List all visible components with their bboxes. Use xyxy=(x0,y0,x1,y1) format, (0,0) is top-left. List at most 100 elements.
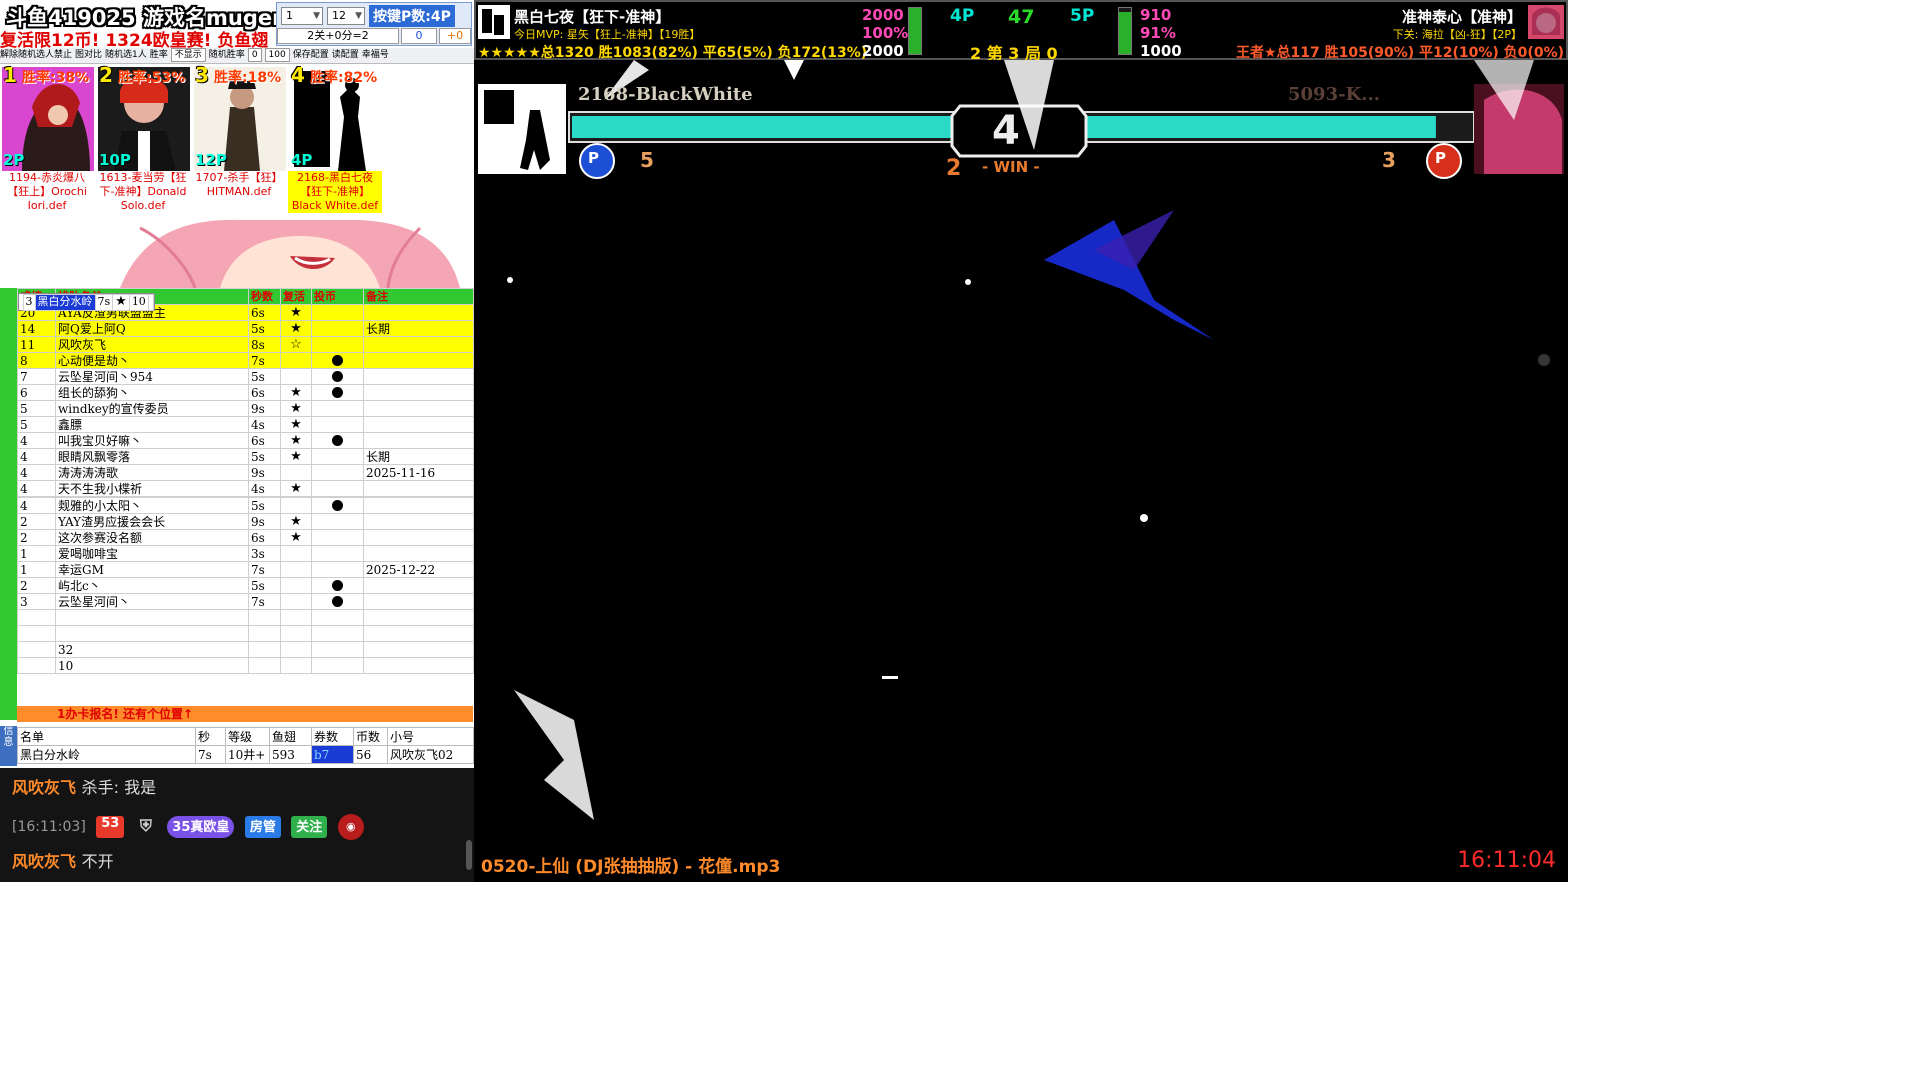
fighter-card[interactable]: 4 胜率:82% 4P 2168-黑白七夜【狂下-准神】Black White.… xyxy=(288,63,382,215)
queue-revive: ★ xyxy=(280,400,312,417)
control-panel: 斗鱼419025 游戏名mugen 复活限12币! 1324欧皇赛! 负鱼翅 1… xyxy=(0,0,474,882)
queue-seconds: 5s xyxy=(248,368,281,385)
table-row[interactable] xyxy=(17,625,474,642)
queue-score: 5 xyxy=(17,400,56,417)
queue-coin: ● xyxy=(311,577,364,594)
table-row[interactable]: 4 眼睛风飘零落 5s ★ 长期 xyxy=(17,448,474,465)
select-2[interactable]: 12 ▼ xyxy=(327,7,365,25)
table-row[interactable]: 2 YAY渣男应援会会长 9s ★ xyxy=(17,513,474,530)
queue-revive: ★ xyxy=(280,432,312,449)
table-row[interactable]: 14 阿Q爱上阿Q 5s ★ 长期 xyxy=(17,320,474,337)
now-playing-song: 0520-上仙 (DJ张抽抽版) - 花僮.mp3 xyxy=(481,857,781,877)
select-1-value: 1 xyxy=(286,9,293,22)
coin-dot-icon xyxy=(332,499,343,511)
queue-score: 4 xyxy=(17,480,56,497)
select-1[interactable]: 1 ▼ xyxy=(281,7,323,25)
count-b[interactable]: +0 xyxy=(439,28,471,44)
card-player-slot: 10P xyxy=(99,151,131,169)
info-column-header: 鱼翅 xyxy=(269,727,312,746)
queue-score: 8 xyxy=(17,352,56,369)
count-a[interactable]: 0 xyxy=(401,28,437,44)
fighter-cards: 1 胜率:38% 2P 1194-赤炎爆八【狂上】Orochi Iori.def… xyxy=(0,63,474,217)
p2-hp-gauge xyxy=(1118,7,1132,55)
card-fighter-file: 2168-黑白七夜【狂下-准神】Black White.def xyxy=(288,171,382,213)
queue-coin: ● xyxy=(311,352,364,369)
coin-dot-icon xyxy=(332,354,343,366)
queue-name: 心动便是劫丶 xyxy=(55,352,249,369)
table-row[interactable]: 6组长的舔狗丶6s★● xyxy=(17,384,474,401)
option-item[interactable]: 保存配置 xyxy=(293,48,329,63)
queue-revive: ★ xyxy=(112,293,130,311)
queue-seconds: 7s xyxy=(248,561,281,578)
fighter-card[interactable]: 2 胜率:53% 10P 1613-麦当劳【狂下-准神】Donald Solo.… xyxy=(96,63,190,215)
table-row[interactable]: 4叫我宝贝好嘛丶6s★● xyxy=(17,432,474,449)
chat-text: 杀手: 我是 xyxy=(81,778,157,797)
table-row[interactable]: 3云坠星河间丶7s ● xyxy=(17,593,474,610)
queue-seconds: 7s xyxy=(94,293,114,311)
queue-seconds: 5s xyxy=(248,577,281,594)
option-item[interactable]: 不显示 xyxy=(170,48,206,62)
queue-revive: ★ xyxy=(280,513,312,530)
queue-coin xyxy=(311,480,364,497)
queue-seconds: 6s xyxy=(248,529,281,546)
option-item[interactable]: 幸福号 xyxy=(362,48,389,63)
table-row[interactable]: 10 xyxy=(17,657,474,674)
table-row[interactable]: 32 xyxy=(17,641,474,658)
queue-coin xyxy=(311,464,364,481)
table-row[interactable]: 4 涛涛涛涛歌 9s 2025-11-16 xyxy=(17,464,474,481)
queue-note xyxy=(363,641,474,658)
chat-username[interactable]: 风吹灰飞 xyxy=(12,852,76,871)
table-row[interactable]: 1 爱喝咖啡宝 3s xyxy=(17,545,474,562)
queue-note xyxy=(363,336,474,353)
queue-revive: ★ xyxy=(280,304,312,321)
option-item[interactable]: 解除随机选人禁止 xyxy=(0,48,72,63)
follow-badge[interactable]: 关注 xyxy=(291,816,328,838)
table-row[interactable]: 8心动便是劫丶7s ● xyxy=(17,352,474,369)
queue-column-header[interactable]: 复活 xyxy=(280,288,312,305)
option-item[interactable]: 100 xyxy=(264,48,290,62)
queue-coin xyxy=(311,641,364,658)
option-item[interactable]: 随机选1人 xyxy=(105,48,147,63)
select-2-value: 12 xyxy=(332,9,346,22)
table-row[interactable]: 5 鑫膘 4s ★ xyxy=(17,416,474,433)
option-item[interactable]: 随机胜率 xyxy=(209,48,245,63)
card-rank: 3 xyxy=(195,63,209,87)
table-row[interactable]: 2屿北c丶5s ● xyxy=(17,577,474,594)
table-row[interactable] xyxy=(17,609,474,626)
chat-scrollbar[interactable] xyxy=(466,840,472,870)
queue-revive xyxy=(280,657,312,674)
queue-column-header[interactable]: 投币 xyxy=(311,288,364,305)
card-player-slot: 12P xyxy=(195,151,227,169)
info-panel: 信息 名单秒等级 鱼翅 券数 币数 小号 黑白分水岭 7s 10井+ 593 b7 56 风吹灰飞0… xyxy=(0,726,474,766)
table-row[interactable]: 3 黑白分水岭 7s ★ 10 xyxy=(17,292,155,311)
option-item[interactable]: 胜率 xyxy=(150,48,168,63)
queue-name: 觌雅的小太阳丶 xyxy=(55,497,249,514)
table-row[interactable]: 2 这次参赛没名额 6s ★ xyxy=(17,529,474,546)
queue-coin: ● xyxy=(311,497,364,514)
p1-avatar xyxy=(478,5,510,39)
queue-column-header[interactable]: 秒数 xyxy=(248,288,281,305)
queue-score: 2 xyxy=(17,513,56,530)
table-row[interactable]: 1 幸运GM 7s 2025-12-22 xyxy=(17,561,474,578)
queue-score xyxy=(17,609,56,626)
queue-table: 成绩排队名单秒数复活投币备注 20AYA反渣男联盟盟主6s★14阿Q爱上阿Q5s… xyxy=(17,288,474,674)
table-row[interactable]: 7云坠星河间丶9545s ● xyxy=(17,368,474,385)
option-item[interactable]: 读配置 xyxy=(332,48,359,63)
table-row[interactable]: 11 风吹灰飞 8s ☆ xyxy=(17,336,474,353)
queue-seconds: 7s xyxy=(248,352,281,369)
fighter-card[interactable]: 3 胜率:18% 12P 1707-杀手【狂】HITMAN.def xyxy=(192,63,286,215)
option-item[interactable]: 图对比 xyxy=(75,48,102,63)
coin-dot-icon xyxy=(332,370,343,382)
table-row[interactable]: 4觌雅的小太阳丶5s ● xyxy=(17,497,474,514)
option-item[interactable]: 0 xyxy=(247,48,262,62)
info-cell: 10井+ xyxy=(225,745,270,764)
queue-column-header[interactable]: 备注 xyxy=(363,288,474,305)
chevron-down-icon: ▼ xyxy=(355,11,362,21)
fighter-card[interactable]: 1 胜率:38% 2P 1194-赤炎爆八【狂上】Orochi Iori.def xyxy=(0,63,94,215)
table-row[interactable]: 5 windkey的宣传委员 9s ★ xyxy=(17,400,474,417)
info-data-row: 黑白分水岭 7s 10井+ 593 b7 56 风吹灰飞02 xyxy=(17,745,474,764)
info-side-label: 信息 xyxy=(0,726,17,766)
table-row[interactable]: 4 天不生我小楪祈 4s ★ xyxy=(17,480,474,497)
signup-banner: 1办卡报名! 还有个位置↑ xyxy=(17,706,473,722)
chat-username[interactable]: 风吹灰飞 xyxy=(12,778,76,797)
